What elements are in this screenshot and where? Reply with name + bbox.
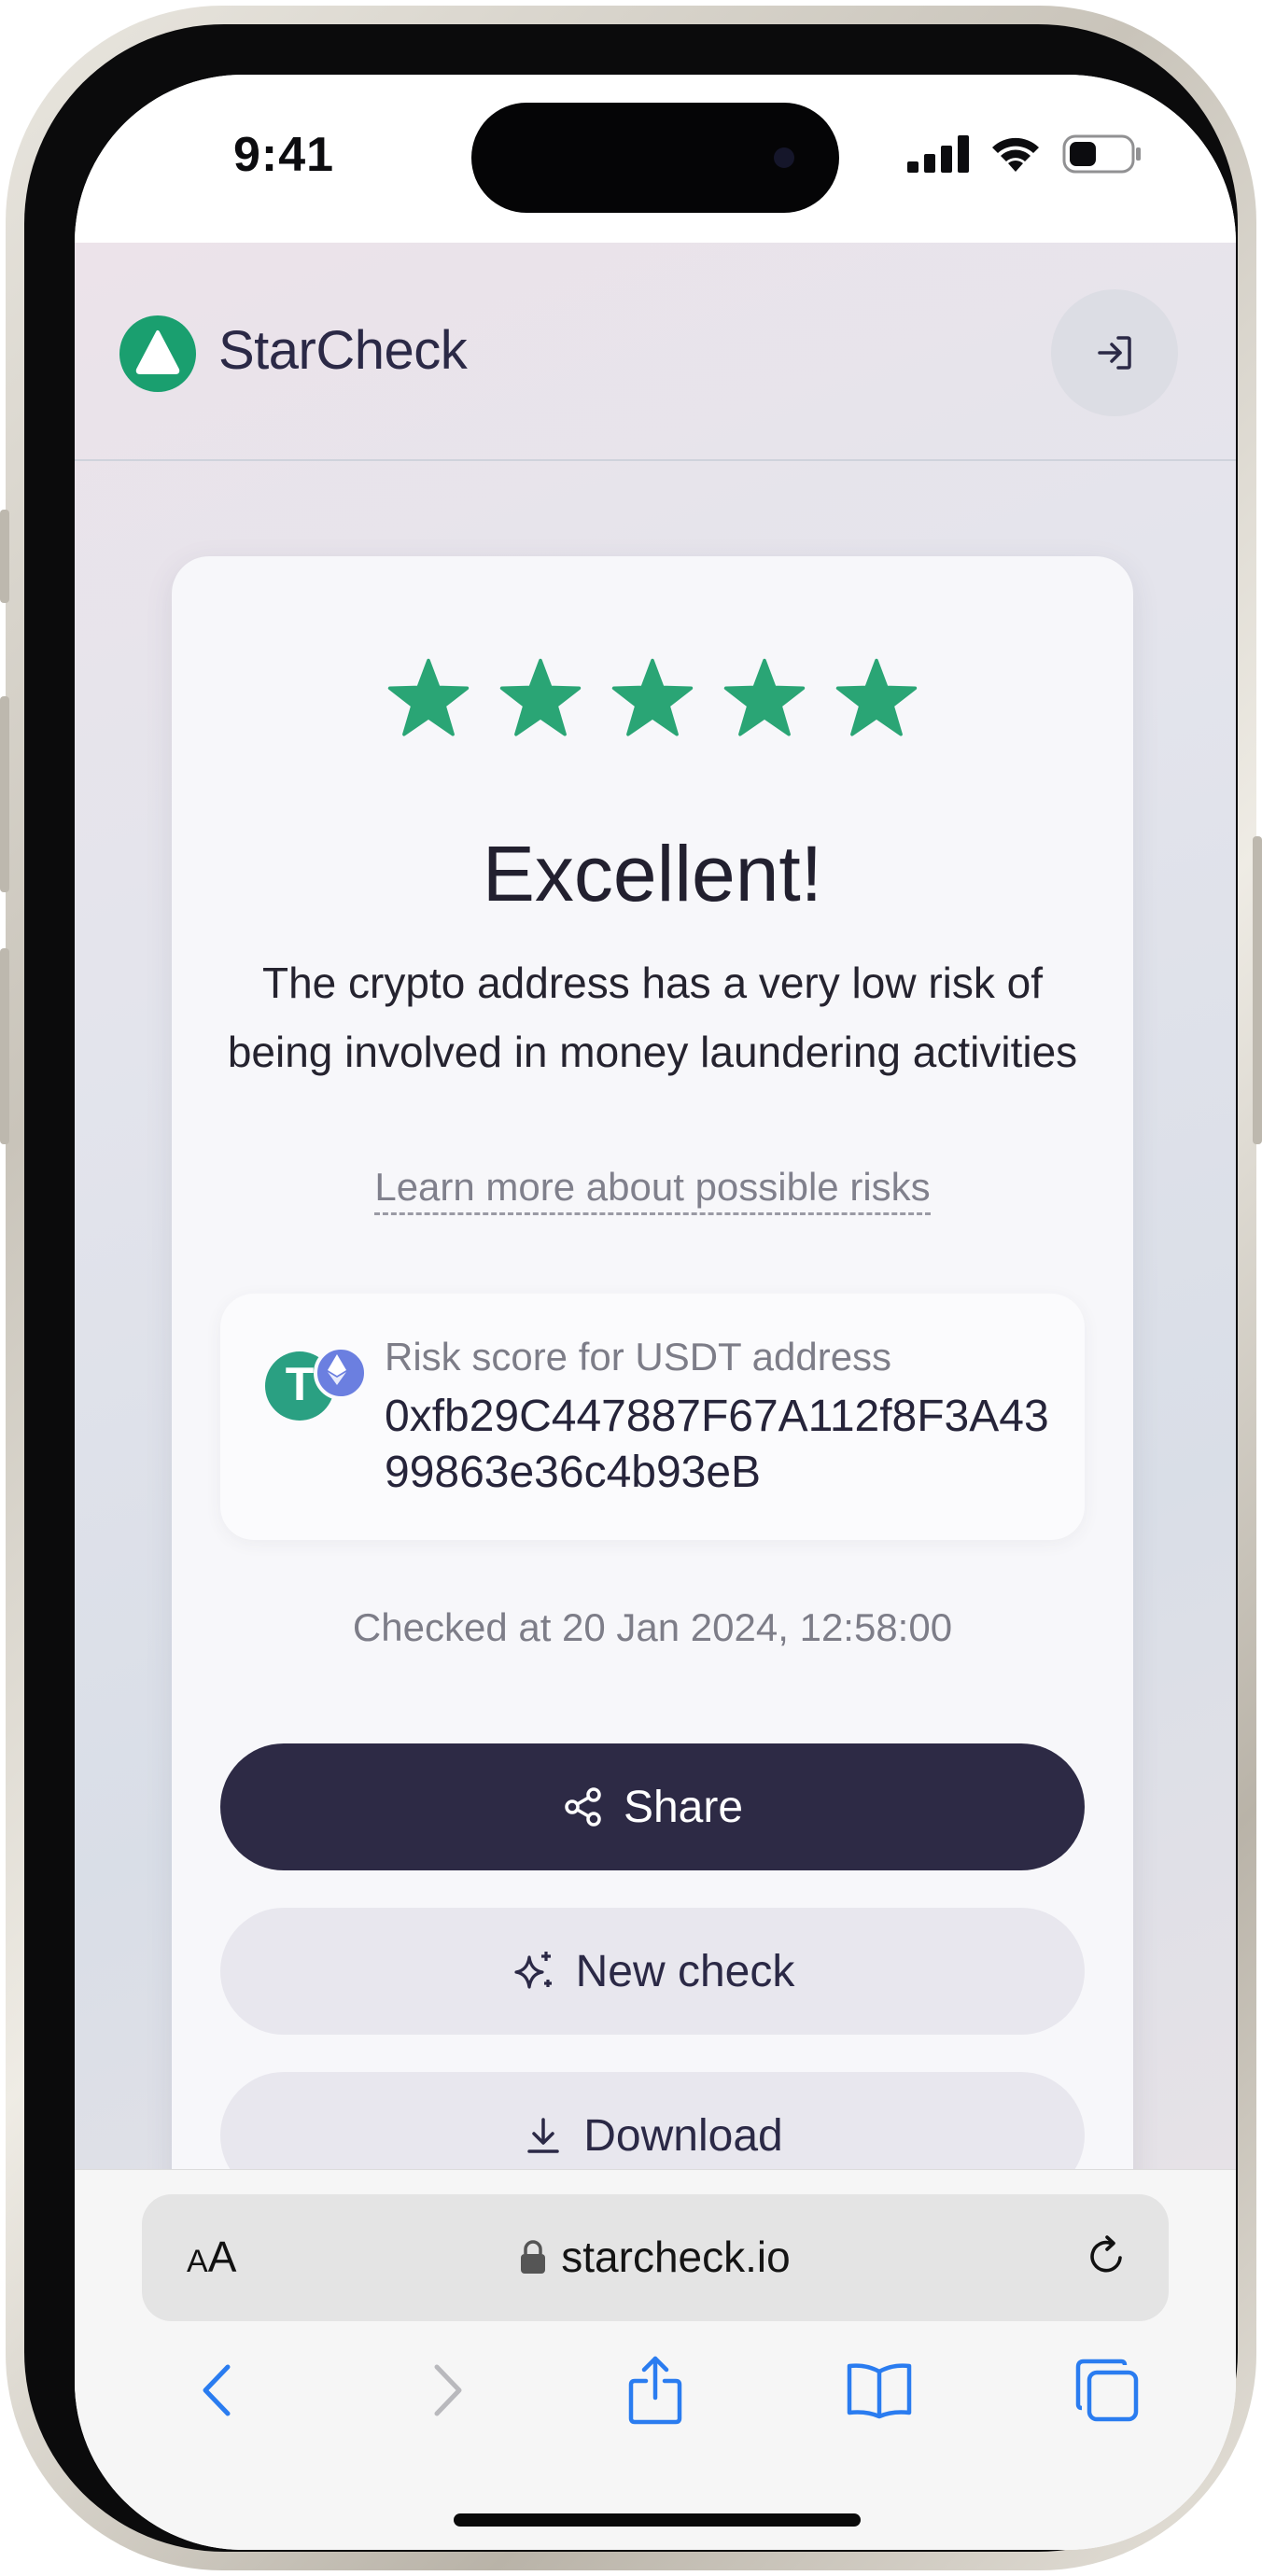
- site-header: StarCheck: [75, 243, 1236, 461]
- share-sheet-button[interactable]: [618, 2353, 693, 2428]
- forward-button[interactable]: [411, 2353, 485, 2428]
- share-button[interactable]: Share: [220, 1743, 1085, 1870]
- browser-nav-row: [75, 2353, 1236, 2465]
- cellular-signal-icon: [907, 135, 969, 173]
- result-card: Excellent! The crypto address has a very…: [172, 556, 1133, 2169]
- star-icon: [723, 658, 806, 736]
- share-label: Share: [623, 1782, 744, 1832]
- download-button[interactable]: Download: [220, 2072, 1085, 2169]
- risk-score-label: Risk score for USDT address: [385, 1335, 892, 1379]
- reload-icon: [1090, 2235, 1122, 2273]
- triangle-logo-icon: [135, 330, 180, 374]
- login-icon: [1098, 336, 1131, 370]
- login-button[interactable]: [1051, 289, 1178, 416]
- checked-timestamp: Checked at 20 Jan 2024, 12:58:00: [352, 1605, 953, 1649]
- status-time: 9:41: [233, 128, 335, 182]
- volume-down-button: [0, 948, 9, 1144]
- new-check-button[interactable]: New check: [220, 1908, 1085, 2035]
- result-description: The crypto address has a very low risk o…: [227, 959, 1078, 1076]
- camera: [774, 147, 794, 168]
- tabs-button[interactable]: [1070, 2353, 1144, 2428]
- ethereum-network-icon: [314, 1346, 368, 1400]
- download-label: Download: [583, 2110, 783, 2161]
- learn-more-link[interactable]: Learn more about possible risks: [374, 1165, 931, 1215]
- status-bar: 9:41: [75, 75, 1236, 243]
- silent-switch: [0, 510, 9, 603]
- address-box: T Risk score for USDT address 0xfb29C447…: [220, 1294, 1085, 1540]
- bookmarks-button[interactable]: [842, 2353, 917, 2428]
- tabs-icon: [1075, 2359, 1139, 2422]
- learn-more-wrapper: Learn more about possible risks: [172, 1165, 1133, 1215]
- url-text: starcheck.io: [561, 2233, 791, 2281]
- home-indicator: [454, 2513, 861, 2527]
- star-icon: [611, 658, 694, 736]
- phone-frame: 9:41 StarCheck Excellent! The crypto add…: [0, 6, 1262, 2570]
- volume-up-button: [0, 696, 9, 892]
- star-icon: [835, 658, 918, 736]
- battery-icon: [1062, 134, 1141, 174]
- reload-button[interactable]: [1083, 2232, 1131, 2285]
- crypto-address: 0xfb29C447887F67A112f8F3A4399863e36c4b93…: [385, 1392, 1049, 1497]
- book-icon: [847, 2363, 912, 2419]
- lock-icon: [521, 2240, 546, 2274]
- rating-stars: [172, 657, 1133, 741]
- phone-bezel: 9:41 StarCheck Excellent! The crypto add…: [24, 24, 1238, 2552]
- chevron-right-icon: [434, 2364, 462, 2416]
- share-icon: [565, 1787, 601, 1827]
- new-check-label: New check: [575, 1946, 795, 1996]
- result-headline: Excellent!: [482, 830, 823, 917]
- power-button: [1253, 836, 1262, 1144]
- sparkles-icon: [514, 1952, 552, 1989]
- share-sheet-icon: [628, 2356, 682, 2425]
- web-page: StarCheck Excellent! The crypto address …: [75, 243, 1236, 2169]
- starcheck-logo[interactable]: [119, 315, 196, 392]
- status-icons: [907, 134, 1143, 174]
- browser-toolbar: AA starcheck.io: [75, 2169, 1236, 2550]
- screen: 9:41 StarCheck Excellent! The crypto add…: [75, 75, 1236, 2550]
- wifi-icon: [992, 137, 1039, 172]
- chevron-left-icon: [203, 2364, 231, 2416]
- download-icon: [527, 2118, 560, 2153]
- brand-name[interactable]: StarCheck: [218, 319, 468, 382]
- star-icon: [499, 658, 582, 736]
- dynamic-island: [471, 103, 839, 213]
- star-icon: [387, 658, 470, 736]
- url-display[interactable]: starcheck.io: [142, 2232, 1169, 2282]
- address-bar[interactable]: AA starcheck.io: [142, 2194, 1169, 2321]
- back-button[interactable]: [179, 2353, 254, 2428]
